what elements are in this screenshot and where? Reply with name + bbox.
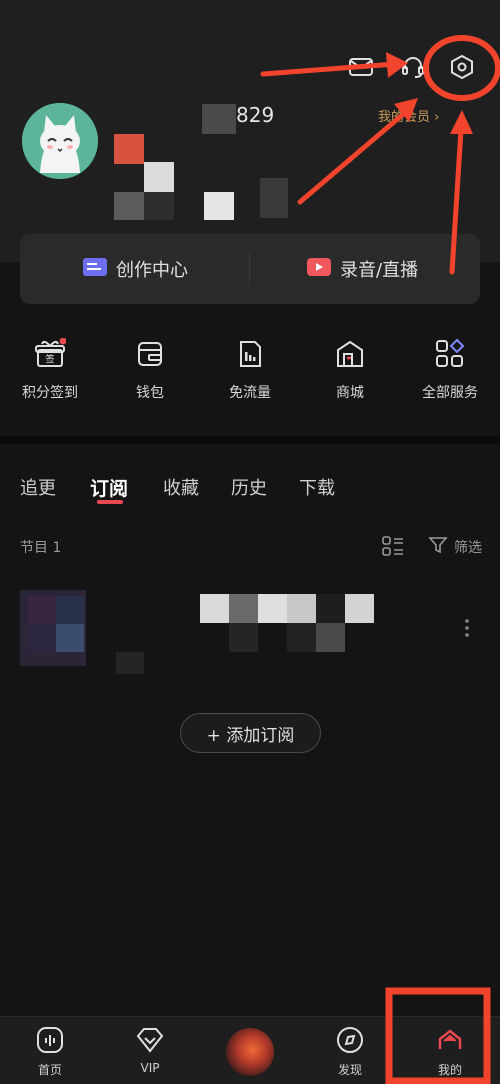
tab-subscriptions[interactable]: 订阅 <box>90 474 128 501</box>
more-options-icon[interactable] <box>464 618 472 638</box>
program-count: 节目 1 <box>20 540 62 556</box>
nav-vip[interactable]: VIP <box>120 1025 180 1075</box>
bottom-navigation-bar: 首页 VIP 发现 我的 <box>0 1016 500 1084</box>
nav-label: 发现 <box>337 1063 362 1077</box>
nav-now-playing[interactable] <box>220 1027 280 1081</box>
wallet-icon <box>134 338 166 370</box>
program-title-mosaic <box>200 594 374 654</box>
service-wallet[interactable]: 钱包 <box>110 338 190 402</box>
gift-icon: 签 <box>34 337 67 370</box>
nav-label: 我的 <box>437 1063 462 1077</box>
record-play-icon <box>306 256 332 283</box>
creator-actions-card: 创作中心 录音/直播 <box>20 234 480 304</box>
nav-discover[interactable]: 发现 <box>320 1025 380 1078</box>
settings-hexagon-icon[interactable] <box>447 52 477 82</box>
now-playing-icon <box>225 1028 275 1081</box>
home-icon <box>35 1027 65 1059</box>
service-free-data[interactable]: 免流量 <box>210 338 290 402</box>
nav-label: 首页 <box>37 1063 62 1077</box>
program-list-item[interactable] <box>20 590 480 674</box>
all-services-icon <box>434 338 466 370</box>
service-label: 全部服务 <box>422 385 478 401</box>
program-cover-mosaic <box>20 590 86 666</box>
program-extra-mosaic <box>116 652 144 674</box>
list-view-toggle-icon[interactable] <box>382 535 404 561</box>
username-mosaic <box>202 104 236 134</box>
message-icon[interactable] <box>346 52 376 82</box>
active-tab-indicator <box>97 500 123 504</box>
service-label: 商城 <box>336 385 364 401</box>
section-separator <box>0 436 500 444</box>
user-info-mosaic <box>260 178 288 218</box>
card-divider <box>249 252 250 286</box>
nav-profile[interactable]: 我的 <box>420 1025 480 1078</box>
user-info-mosaic <box>144 192 174 220</box>
creation-center-icon <box>82 256 108 283</box>
tab-follow-updates[interactable]: 追更 <box>20 474 56 500</box>
add-subscription-label: + 添加订阅 <box>206 725 295 746</box>
tab-favorites[interactable]: 收藏 <box>163 474 199 500</box>
nav-home[interactable]: 首页 <box>20 1025 80 1078</box>
filter-button[interactable]: 筛选 <box>428 535 482 559</box>
profile-icon <box>435 1029 465 1059</box>
user-info-mosaic <box>144 162 174 192</box>
tab-downloads[interactable]: 下载 <box>299 474 335 500</box>
discover-icon <box>335 1027 365 1059</box>
service-shop[interactable]: 商城 <box>310 338 390 402</box>
gift-badge-text: 签 <box>45 353 54 365</box>
service-checkin[interactable]: 签 积分签到 <box>10 337 90 402</box>
add-subscription-button[interactable]: + 添加订阅 <box>180 713 321 753</box>
shop-icon <box>334 338 366 370</box>
record-live-label: 录音/直播 <box>340 260 419 281</box>
creation-center-button[interactable]: 创作中心 <box>82 234 188 304</box>
free-data-icon <box>234 338 266 370</box>
record-live-button[interactable]: 录音/直播 <box>306 234 418 304</box>
filter-label: 筛选 <box>454 540 482 556</box>
tab-history[interactable]: 历史 <box>231 474 267 500</box>
avatar[interactable] <box>22 103 98 179</box>
service-label: 免流量 <box>229 385 271 401</box>
vip-diamond-icon <box>135 1028 165 1059</box>
user-info-mosaic <box>204 192 234 220</box>
nav-label: VIP <box>140 1061 160 1075</box>
vip-membership-link[interactable]: 我的会员 › <box>378 106 439 125</box>
user-info-mosaic <box>114 192 144 220</box>
service-label: 钱包 <box>136 385 164 401</box>
creation-center-label: 创作中心 <box>116 260 188 281</box>
service-all[interactable]: 全部服务 <box>410 338 490 402</box>
username-suffix: 829 <box>236 103 275 127</box>
user-info-mosaic <box>114 134 144 164</box>
service-label: 积分签到 <box>22 385 78 401</box>
headset-service-icon[interactable] <box>398 52 428 82</box>
filter-funnel-icon <box>428 535 448 559</box>
